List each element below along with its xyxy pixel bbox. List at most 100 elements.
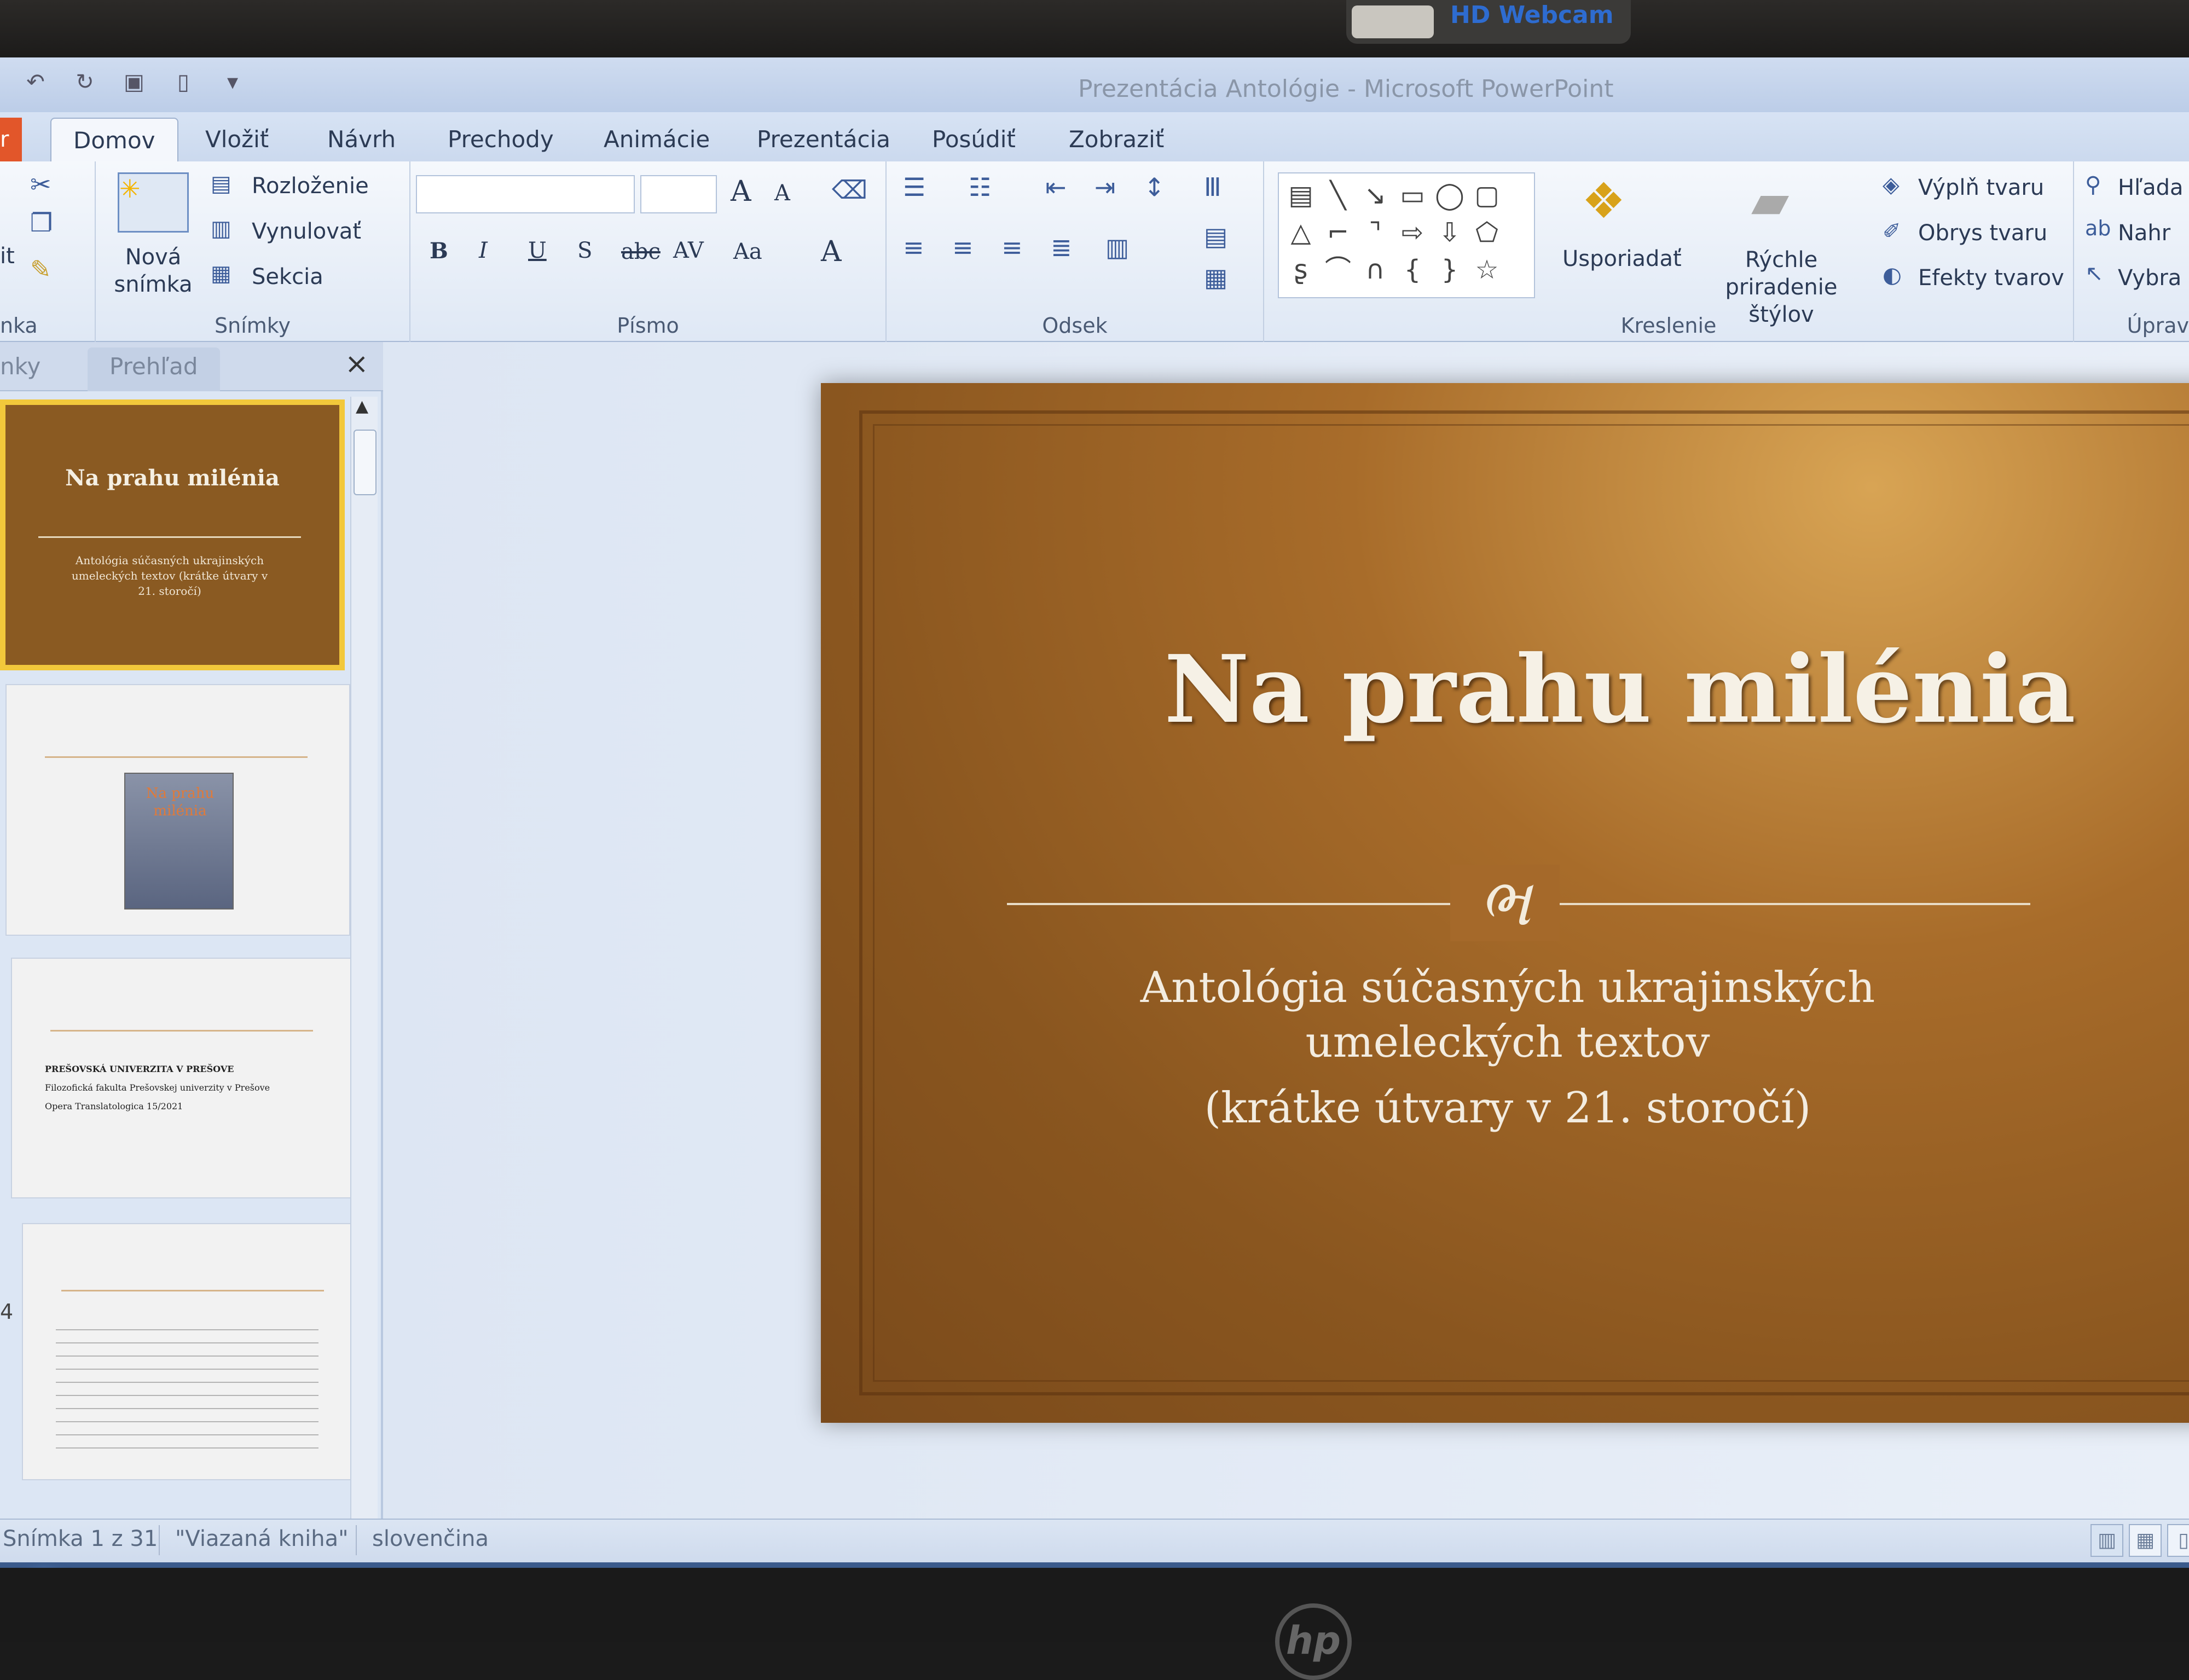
new-document-icon[interactable]: ▯ [170, 68, 197, 96]
bullets-icon[interactable]: ☰ [903, 172, 925, 202]
star-shape-icon[interactable]: ☆ [1468, 251, 1505, 288]
font-color-button[interactable]: A [821, 235, 842, 268]
justify-icon[interactable]: ≣ [1051, 233, 1072, 262]
curve-shape-icon[interactable]: ∩ [1357, 251, 1394, 288]
window-title: Prezentácia Antológie - Microsoft PowerP… [1078, 75, 1614, 103]
shrink-font-button[interactable]: A [774, 181, 790, 206]
slide-thumbnail-4[interactable] [22, 1223, 361, 1480]
reading-view-icon[interactable]: ▯ [2167, 1524, 2189, 1557]
tab-domov[interactable]: Domov [50, 118, 178, 161]
tab-prezentacia[interactable]: Prezentácia [757, 123, 890, 161]
theme-name[interactable]: "Viazaná kniha" [175, 1526, 348, 1551]
slide-thumbnail-2[interactable]: Na prahu milénia [5, 684, 350, 936]
slide-thumbnail-3[interactable]: PREŠOVSKÁ UNIVERZITA V PREŠOVE Filozofic… [11, 958, 356, 1198]
increase-indent-icon[interactable]: ⇥ [1094, 172, 1116, 202]
underline-button[interactable]: U [528, 238, 547, 263]
align-center-icon[interactable]: ≡ [952, 233, 974, 262]
slide-subtitle[interactable]: Antológia súčasných ukrajinských umeleck… [821, 960, 2189, 1136]
section-button[interactable]: Sekcia [252, 264, 323, 289]
slides-pane-scrollbar[interactable]: ▲ [350, 397, 378, 1519]
font-family-select[interactable] [416, 175, 635, 213]
cut-icon[interactable]: ✂ [30, 170, 51, 199]
reset-button[interactable]: Vynulovať [252, 219, 361, 244]
group-label-paragraph: Odsek [1042, 314, 1108, 338]
triangle-shape-icon[interactable]: △ [1282, 214, 1319, 251]
down-arrow-shape-icon[interactable]: ⇩ [1431, 214, 1468, 251]
arrow-line-shape-icon[interactable]: ↘ [1357, 177, 1394, 214]
shape-fill-button[interactable]: Výplň tvaru [1918, 175, 2044, 200]
smartart-icon[interactable]: ▦ [1204, 263, 1227, 292]
shadow-button[interactable]: S [577, 238, 592, 263]
scroll-up-icon[interactable]: ▲ [356, 397, 368, 416]
align-right-icon[interactable]: ≡ [1001, 233, 1023, 262]
font-size-select[interactable] [640, 175, 717, 213]
change-case-button[interactable]: Aa [733, 239, 762, 264]
reset-icon: ▥ [211, 216, 231, 241]
webcam-knob [1352, 5, 1434, 38]
italic-button[interactable]: I [479, 238, 488, 263]
tab-slides[interactable]: nky [0, 347, 40, 391]
slides-pane: nky Prehľad × Na prahu milénia Antológia… [0, 342, 383, 1519]
shape-effects-button[interactable]: Efekty tvarov [1918, 265, 2064, 291]
grow-font-button[interactable]: A [731, 175, 751, 208]
left-brace-shape-icon[interactable]: { [1394, 251, 1431, 288]
layout-button[interactable]: Rozloženie [252, 173, 369, 199]
open-folder-icon[interactable]: ▣ [120, 68, 148, 96]
freeform-shape-icon[interactable]: ʂ [1282, 251, 1319, 288]
slide-title[interactable]: Na prahu milénia [821, 635, 2189, 744]
right-brace-shape-icon[interactable]: } [1431, 251, 1468, 288]
line-spacing-icon[interactable]: ↕ [1144, 172, 1165, 202]
new-slide-icon[interactable]: ✳ [118, 172, 189, 233]
textbox-shape-icon[interactable]: ▤ [1282, 177, 1319, 214]
oval-shape-icon[interactable]: ◯ [1431, 177, 1468, 214]
rectangle-shape-icon[interactable]: ▭ [1394, 177, 1431, 214]
right-arrow-shape-icon[interactable]: ⇨ [1394, 214, 1431, 251]
replace-button[interactable]: Nahr [2118, 221, 2170, 246]
copy-icon[interactable]: ❐ [30, 208, 53, 237]
align-text-icon[interactable]: ▤ [1204, 222, 1227, 251]
group-label-clipboard: nka [0, 314, 38, 338]
slide-thumbnail-1[interactable]: Na prahu milénia Antológia súčasných ukr… [0, 399, 345, 670]
redo-icon[interactable]: ↻ [71, 68, 99, 96]
select-button[interactable]: Vybra [2118, 265, 2181, 291]
arc-shape-icon[interactable]: ⌒ [1319, 251, 1357, 288]
current-slide[interactable]: Na prahu milénia ભ Antológia súčasných u… [821, 383, 2189, 1423]
decrease-indent-icon[interactable]: ⇤ [1045, 172, 1067, 202]
line-shape-icon[interactable]: ╲ [1319, 177, 1357, 214]
elbow-arrow-icon[interactable]: ⌝ [1357, 214, 1394, 251]
screen: ↶ ↻ ▣ ▯ ▾ Prezentácia Antológie - Micros… [0, 57, 2189, 1568]
character-spacing-button[interactable]: AV [673, 238, 704, 263]
strikethrough-button[interactable]: abc [621, 239, 661, 264]
tab-navrh[interactable]: Návrh [327, 123, 396, 161]
tab-outline[interactable]: Prehľad [88, 347, 220, 391]
elbow-connector-icon[interactable]: ⌐ [1319, 214, 1357, 251]
close-pane-icon[interactable]: × [345, 347, 369, 380]
normal-view-icon[interactable]: ▥ [2090, 1524, 2123, 1557]
align-left-icon[interactable]: ≡ [903, 233, 924, 262]
tab-animacie[interactable]: Animácie [604, 123, 710, 161]
text-direction-icon[interactable]: Ⅲ [1204, 172, 1221, 202]
find-button[interactable]: Hľada [2118, 175, 2184, 200]
tab-prechody[interactable]: Prechody [448, 123, 554, 161]
columns-icon[interactable]: ▥ [1105, 233, 1129, 262]
slide-sorter-view-icon[interactable]: ▦ [2129, 1524, 2162, 1557]
tab-posudit[interactable]: Posúdiť [932, 123, 1016, 161]
scrollbar-thumb[interactable] [354, 430, 377, 495]
new-slide-button[interactable]: Nová snímka [112, 244, 194, 298]
customize-toolbar-icon[interactable]: ▾ [219, 68, 246, 96]
shape-outline-button[interactable]: Obrys tvaru [1918, 221, 2047, 246]
pentagon-shape-icon[interactable]: ⬠ [1468, 214, 1505, 251]
arrange-button[interactable]: Usporiadať [1562, 246, 1682, 271]
rounded-rectangle-shape-icon[interactable]: ▢ [1468, 177, 1505, 214]
tab-zobrazit[interactable]: Zobraziť [1069, 123, 1164, 161]
tab-vlozit[interactable]: Vložiť [205, 123, 269, 161]
file-tab[interactable]: r [0, 118, 22, 161]
language-indicator[interactable]: slovenčina [372, 1526, 489, 1551]
format-painter-icon[interactable]: ✎ [30, 254, 51, 284]
paste-label-partial[interactable]: it [0, 244, 15, 269]
numbering-icon[interactable]: ☷ [969, 172, 991, 202]
clear-formatting-icon[interactable]: ⌫ [832, 175, 867, 205]
undo-icon[interactable]: ↶ [22, 68, 49, 96]
shapes-gallery[interactable]: ▤ ╲ ↘ ▭ ◯ ▢ △ ⌐ ⌝ ⇨ ⇩ ⬠ ʂ ⌒ ∩{} ☆ [1278, 172, 1535, 298]
bold-button[interactable]: B [430, 238, 448, 264]
